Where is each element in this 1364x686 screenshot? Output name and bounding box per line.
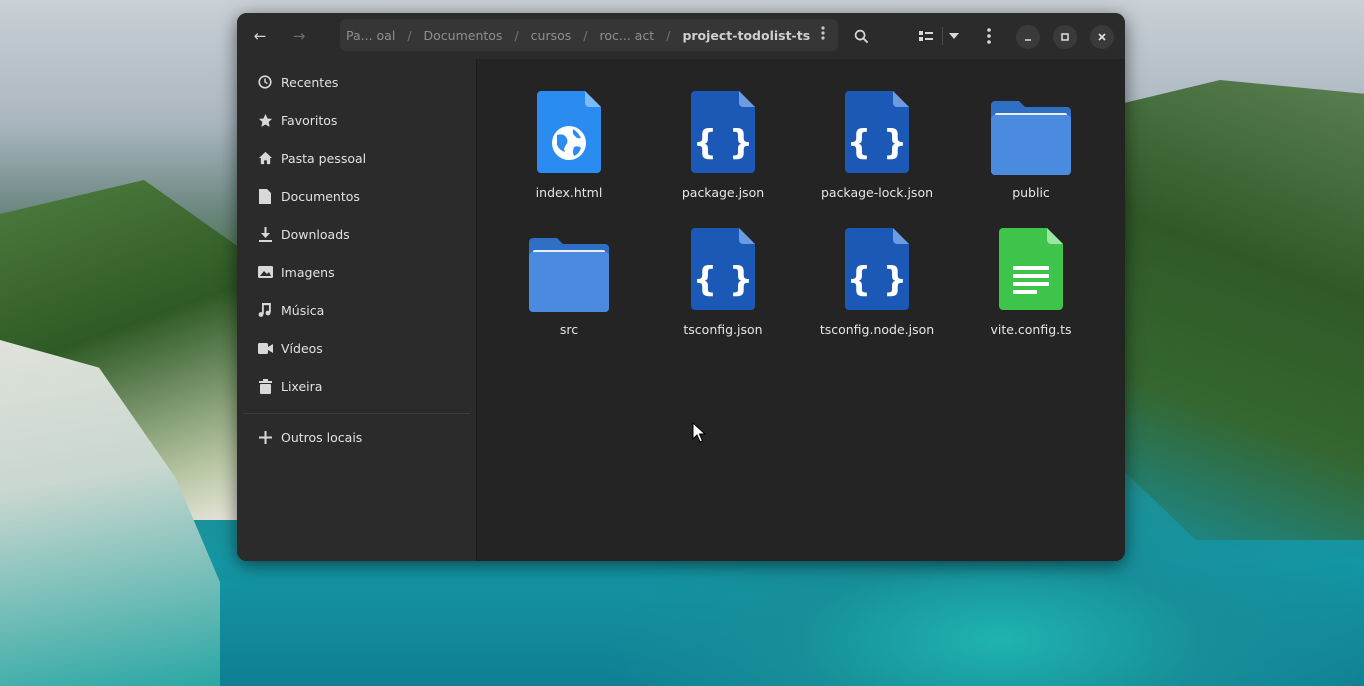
file-name: vite.config.ts: [990, 322, 1072, 337]
image-icon: [257, 264, 273, 280]
folder-icon: [991, 91, 1071, 175]
minimize-icon: [1025, 39, 1031, 41]
sidebar-item-musica[interactable]: Música: [245, 293, 469, 327]
sidebar-item-label: Favoritos: [281, 112, 338, 128]
text-file-icon: [991, 228, 1071, 312]
file-item-package-lock-json[interactable]: { } package-lock.json: [802, 91, 952, 221]
music-icon: [257, 302, 273, 318]
home-icon: [257, 150, 273, 166]
crumb-current-folder[interactable]: project-todolist-ts: [678, 28, 814, 43]
sidebar-item-label: Outros locais: [281, 429, 363, 445]
sidebar-item-videos[interactable]: Vídeos: [245, 331, 469, 365]
crumb-react[interactable]: roc... act: [596, 28, 659, 43]
sidebar-item-label: Pasta pessoal: [281, 150, 367, 166]
json-file-icon: { }: [683, 228, 763, 312]
sidebar-item-recentes[interactable]: Recentes: [245, 65, 469, 99]
search-button[interactable]: [846, 21, 876, 51]
wallpaper-mountain-right: [1124, 80, 1364, 540]
main-menu-button[interactable]: [974, 21, 1004, 51]
sidebar-item-lixeira[interactable]: Lixeira: [245, 369, 469, 403]
sidebar-item-label: Música: [281, 302, 325, 318]
crumb-separator: /: [407, 27, 412, 43]
sidebar: Recentes Favoritos Pasta pessoal Documen…: [237, 59, 477, 561]
download-icon: [257, 226, 273, 242]
file-item-public-folder[interactable]: public: [956, 91, 1106, 221]
sidebar-item-imagens[interactable]: Imagens: [245, 255, 469, 289]
star-icon: [257, 112, 273, 128]
svg-text:{ }: { }: [847, 123, 907, 163]
sidebar-item-downloads[interactable]: Downloads: [245, 217, 469, 251]
sidebar-divider: [243, 413, 470, 414]
close-button[interactable]: [1090, 25, 1114, 49]
json-file-icon: { }: [683, 91, 763, 175]
html-file-icon: [529, 91, 609, 175]
file-name: tsconfig.json: [683, 322, 763, 337]
folder-icon: [529, 228, 609, 312]
file-item-index-html[interactable]: index.html: [494, 91, 644, 221]
sidebar-item-label: Recentes: [281, 74, 339, 90]
sidebar-item-pasta-pessoal[interactable]: Pasta pessoal: [245, 141, 469, 175]
plus-icon: [257, 429, 273, 445]
file-item-src-folder[interactable]: src: [494, 228, 644, 358]
crumb-separator: /: [514, 27, 519, 43]
sidebar-item-outros-locais[interactable]: Outros locais: [245, 420, 469, 454]
svg-text:{ }: { }: [847, 260, 907, 300]
json-file-icon: { }: [837, 91, 917, 175]
document-icon: [257, 188, 273, 204]
crumb-cursos[interactable]: cursos: [527, 28, 576, 43]
file-name: index.html: [535, 185, 603, 200]
sidebar-item-label: Vídeos: [281, 340, 323, 356]
crumb-separator: /: [666, 27, 671, 43]
file-item-package-json[interactable]: { } package.json: [648, 91, 798, 221]
back-button[interactable]: ←: [245, 21, 275, 51]
chevron-down-icon: [949, 33, 959, 39]
file-item-vite-config-ts[interactable]: vite.config.ts: [956, 228, 1106, 358]
search-icon: [854, 29, 868, 43]
view-mode-button[interactable]: [911, 21, 941, 51]
arrow-right-icon: →: [292, 27, 306, 45]
sidebar-item-label: Downloads: [281, 226, 350, 242]
file-name: tsconfig.node.json: [819, 322, 935, 337]
path-menu-button[interactable]: [814, 26, 832, 44]
mouse-pointer-icon: [692, 422, 706, 443]
headerbar: ← → Pa... oal / Documentos / cursos / ro…: [237, 13, 1125, 60]
file-name: src: [559, 322, 579, 337]
file-name: package.json: [681, 185, 765, 200]
maximize-button[interactable]: [1053, 25, 1077, 49]
file-name: public: [1012, 185, 1050, 200]
svg-text:{ }: { }: [693, 260, 753, 300]
video-icon: [257, 340, 273, 356]
forward-button[interactable]: →: [284, 21, 314, 51]
trash-icon: [257, 378, 273, 394]
minimize-button[interactable]: [1016, 25, 1040, 49]
file-item-tsconfig-json[interactable]: { } tsconfig.json: [648, 228, 798, 358]
path-bar: Pa... oal / Documentos / cursos / roc...…: [340, 19, 838, 51]
file-name: package-lock.json: [820, 185, 934, 200]
kebab-icon: [821, 26, 825, 40]
kebab-menu-icon: [987, 28, 991, 44]
sidebar-item-label: Imagens: [281, 264, 335, 280]
json-file-icon: { }: [837, 228, 917, 312]
crumb-documentos[interactable]: Documentos: [420, 28, 507, 43]
sidebar-item-favoritos[interactable]: Favoritos: [245, 103, 469, 137]
sidebar-item-documentos[interactable]: Documentos: [245, 179, 469, 213]
close-icon: [1098, 33, 1106, 41]
list-view-icon: [919, 31, 933, 41]
view-options-button[interactable]: [939, 21, 969, 51]
arrow-left-icon: ←: [253, 27, 267, 45]
file-manager-window: ← → Pa... oal / Documentos / cursos / ro…: [237, 13, 1125, 561]
sidebar-item-label: Documentos: [281, 188, 360, 204]
maximize-icon: [1061, 33, 1069, 41]
file-item-tsconfig-node-json[interactable]: { } tsconfig.node.json: [802, 228, 952, 358]
crumb-separator: /: [583, 27, 588, 43]
clock-icon: [257, 74, 273, 90]
svg-text:{ }: { }: [693, 123, 753, 163]
crumb-home[interactable]: Pa... oal: [342, 28, 399, 43]
sidebar-item-label: Lixeira: [281, 378, 323, 394]
file-grid: index.html { } package.json { } package-…: [477, 59, 1125, 561]
